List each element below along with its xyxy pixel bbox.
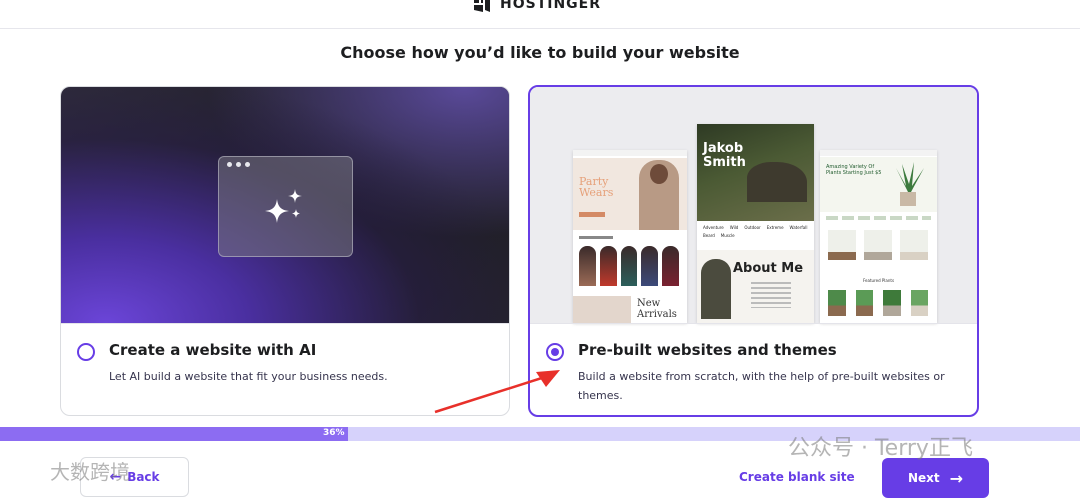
browser-window-graphic	[218, 156, 353, 257]
templates-preview: Party Wears New Arrivals Jakob Smith Adv…	[530, 87, 977, 323]
template-subheadline: New Arrivals	[637, 298, 677, 320]
template-thumbnail-plants: Amazing Variety Of Plants Starting Just …	[820, 150, 937, 323]
template-headline: Jakob Smith	[703, 141, 746, 170]
template-headline: Amazing Variety Of Plants Starting Just …	[826, 164, 882, 176]
template-section: About Me	[733, 261, 804, 276]
option-description: Let AI build a website that fit your bus…	[109, 370, 388, 383]
arrow-right-icon: →	[949, 468, 964, 488]
plant-icon	[896, 162, 924, 206]
create-blank-site-link[interactable]: Create blank site	[739, 470, 855, 484]
radio-ai[interactable]	[77, 343, 95, 361]
sparkle-icon	[265, 189, 302, 223]
template-headline: Party Wears	[579, 175, 614, 199]
hostinger-logo-icon	[474, 0, 490, 12]
template-thumbnail-portfolio: Jakob Smith Adventure Wild Outdoor Extreme W…	[697, 124, 814, 323]
progress-fill	[0, 427, 348, 441]
progress-label: 36%	[323, 428, 345, 438]
page-title: Choose how you’d like to build your webs…	[340, 43, 740, 62]
radio-prebuilt[interactable]	[546, 343, 564, 361]
option-title: Pre-built websites and themes	[578, 341, 837, 359]
brand-name: HOSTINGER	[500, 0, 602, 12]
template-thumbnail-fashion: Party Wears New Arrivals	[573, 150, 687, 323]
watermark-right: 公众号 · Terry正飞	[788, 436, 973, 461]
back-label: Back	[127, 470, 160, 484]
next-button[interactable]: Next →	[882, 458, 989, 498]
watermark-left: 大数跨境	[50, 460, 130, 484]
ai-illustration	[61, 87, 509, 323]
option-card-ai[interactable]: Create a website with AI Let AI build a …	[60, 86, 510, 416]
brand-logo[interactable]: HOSTINGER	[472, 0, 601, 14]
option-title: Create a website with AI	[109, 341, 317, 359]
next-label: Next	[907, 471, 940, 485]
template-section: Featured Plants	[862, 278, 895, 283]
option-description: Build a website from scratch, with the h…	[578, 370, 945, 402]
top-bar: HOSTINGER	[0, 0, 1080, 29]
option-card-prebuilt[interactable]: Party Wears New Arrivals Jakob Smith Adv…	[528, 85, 979, 417]
